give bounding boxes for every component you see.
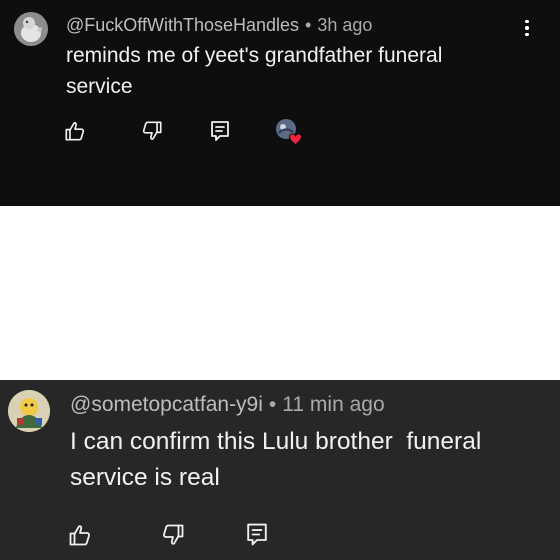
like-button[interactable] — [68, 523, 92, 547]
meta-separator: • — [268, 393, 277, 416]
comment-2: @sometopcatfan-y9i • 11 min ago I can conf… — [0, 380, 560, 560]
reply-icon — [247, 523, 267, 546]
comment-meta: @sometopcatfan-y9i • 11 min ago — [70, 392, 385, 418]
reply-button[interactable] — [210, 120, 230, 142]
kebab-dot — [525, 19, 529, 24]
kebab-dot — [525, 32, 529, 37]
avatar-image — [14, 12, 48, 46]
meta-separator: • — [305, 15, 312, 35]
avatar[interactable] — [14, 12, 48, 46]
dislike-icon — [163, 524, 184, 545]
kebab-dot — [525, 26, 529, 30]
blank-separator — [0, 206, 560, 380]
comment-timestamp[interactable]: 3h ago — [317, 15, 372, 35]
comment-meta: @FuckOffWithThoseHandles • 3h ago — [66, 14, 372, 36]
reply-icon — [211, 121, 229, 141]
comment-author-handle[interactable]: @sometopcatfan-y9i — [70, 393, 263, 416]
like-icon — [65, 122, 85, 141]
avatar-image — [8, 390, 50, 432]
like-button[interactable] — [64, 120, 86, 142]
comment-author-handle[interactable]: @FuckOffWithThoseHandles — [66, 15, 299, 35]
like-icon — [69, 525, 90, 546]
comment-1: @FuckOffWithThoseHandles • 3h ago reminds … — [0, 0, 560, 206]
dislike-icon — [142, 121, 162, 140]
creator-heart-icon — [276, 119, 303, 146]
creator-heart-badge[interactable] — [275, 118, 303, 146]
more-options-button[interactable] — [517, 15, 537, 41]
reply-button[interactable] — [246, 522, 268, 547]
dislike-button[interactable] — [141, 120, 163, 142]
avatar[interactable] — [8, 390, 50, 432]
comment-text: I can confirm this Lulu brother funeral … — [70, 428, 489, 491]
comment-text: reminds me of yeet's grandfather funeral… — [66, 44, 443, 98]
comment-timestamp[interactable]: 11 min ago — [282, 393, 384, 416]
dislike-button[interactable] — [161, 523, 185, 547]
